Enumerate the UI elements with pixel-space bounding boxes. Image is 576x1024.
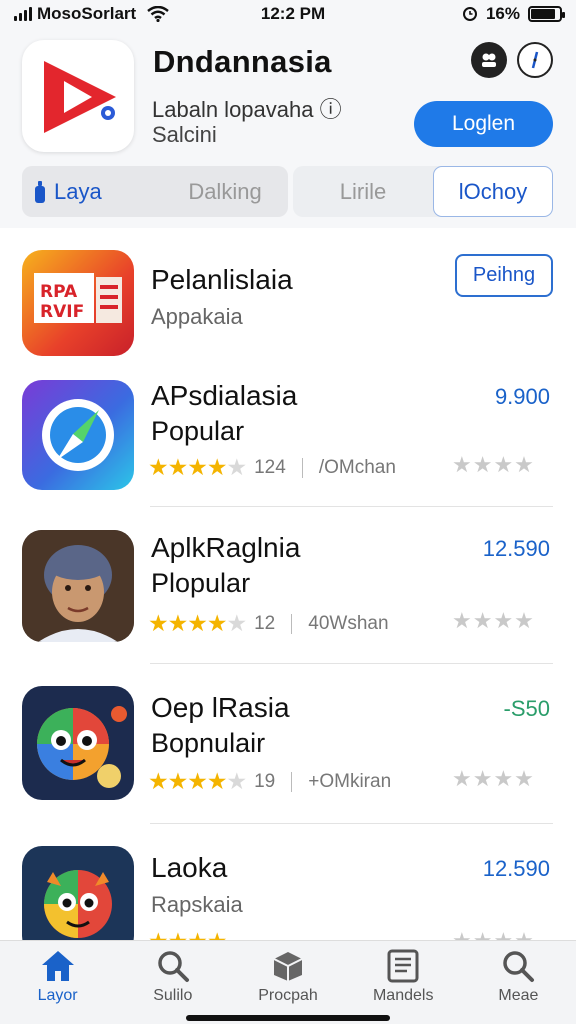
search-icon: [503, 951, 535, 982]
tab-layar-label: Laya: [54, 178, 102, 204]
tab-layar[interactable]: Laya: [22, 166, 162, 217]
app-title: Pelanlislaia: [151, 264, 293, 295]
app-subtitle: Bopnulair: [151, 728, 266, 758]
tab-label: Sulilo: [153, 987, 193, 1004]
separator: [291, 613, 293, 634]
app-size: 40Wshan: [308, 612, 389, 634]
bottle-icon: [35, 180, 45, 203]
rating-row: ★★★★ ★ 12 40Wshan: [148, 610, 389, 636]
app-subtitle: Rapskaia: [151, 892, 243, 917]
app-price[interactable]: -S50: [504, 696, 550, 722]
segment-group-right: Lirile lOchoy: [293, 166, 553, 217]
alarm-icon: [462, 7, 477, 21]
tab-meae[interactable]: Meae: [461, 941, 576, 1024]
grey-stars: ★★★★: [452, 452, 535, 477]
app-category: Salcini: [152, 122, 217, 147]
divider: [150, 506, 553, 507]
star-rating: ★★★★: [148, 768, 227, 794]
app-size: /OMchan: [318, 456, 396, 478]
rating-row: ★★★★ ★ 19 +OMkiran: [148, 768, 392, 794]
rating-count: 12: [254, 612, 276, 634]
separator: [291, 771, 293, 792]
status-right: 16%: [382, 4, 565, 24]
grey-stars: ★★★★: [452, 608, 535, 633]
app-subtitle: Popular: [151, 416, 245, 446]
app-title: Oep lRasia: [151, 692, 290, 723]
separator: [301, 457, 303, 478]
app-icon[interactable]: [22, 40, 134, 152]
wifi-icon: [147, 6, 169, 22]
app-title: AplkRaglnia: [151, 532, 301, 563]
tab-dalking[interactable]: Dalking: [162, 166, 288, 217]
app-subtitle: Plopular: [151, 568, 251, 598]
battery-level: [531, 9, 555, 19]
tab-mandels[interactable]: Mandels: [346, 941, 461, 1024]
app-subtitle: Appakaia: [151, 304, 243, 329]
profile-icon: [482, 53, 496, 67]
play-logo-icon: [44, 61, 116, 133]
home-indicator[interactable]: [186, 1015, 390, 1021]
pending-button[interactable]: Peihng: [455, 254, 553, 297]
carrier-label: MosoSorlart: [37, 4, 137, 23]
home-icon: [41, 951, 74, 981]
tab-label: Layor: [37, 987, 78, 1004]
film-news-icon: RPA RVIF: [22, 250, 134, 356]
compass-icon: [531, 51, 539, 69]
tab-procpah[interactable]: Procpah: [230, 941, 345, 1024]
tab-layor[interactable]: Layor: [0, 941, 115, 1024]
tab-sulilo[interactable]: Sulilo: [115, 941, 230, 1024]
tab-label: Meae: [498, 987, 539, 1004]
profile-button[interactable]: [471, 42, 507, 78]
battery-icon: [528, 6, 565, 22]
tab-lirile[interactable]: Lirile: [293, 166, 433, 217]
app-title: Dndannasia: [153, 44, 332, 79]
app-price[interactable]: 9.900: [495, 384, 550, 410]
rating-row: ★★★★ ★ 124 /OMchan: [148, 454, 396, 480]
rating-count: 19: [254, 770, 276, 792]
grey-stars: ★★★★: [452, 766, 535, 791]
tab-lochoy[interactable]: lOchoy: [433, 166, 553, 217]
compass-icon: [22, 380, 134, 490]
segment-group-left: Laya Dalking: [22, 166, 288, 217]
tab-label: Mandels: [372, 987, 434, 1004]
app-price[interactable]: 12.590: [483, 536, 550, 562]
app-title: APsdialasia: [151, 380, 298, 411]
compass-button[interactable]: [517, 42, 553, 78]
divider: [150, 823, 553, 824]
signal-icon: [14, 7, 32, 21]
divider: [150, 663, 553, 664]
portrait-icon: [22, 530, 134, 642]
search-icon: [158, 951, 189, 982]
login-button[interactable]: Loglen: [414, 101, 553, 147]
star-rating: ★★★★: [148, 454, 227, 480]
rating-count: 124: [254, 456, 286, 478]
battery-percent: 16%: [485, 4, 520, 23]
tab-label: Procpah: [258, 987, 318, 1004]
news-icon: [387, 949, 419, 983]
star-rating: ★★★★: [148, 610, 227, 636]
app-price[interactable]: 12.590: [483, 856, 550, 882]
svg-text:RPA: RPA: [40, 282, 78, 302]
app-subtitle: Labaln lopavaha ⓘ: [152, 97, 342, 122]
svg-text:RVIF: RVIF: [40, 302, 84, 322]
tab-bar: Layor Sulilo Procpah Mandels Meae: [0, 940, 576, 1024]
status-bar: MosoSorlart 12:2 PM 16%: [0, 0, 576, 28]
app-title: Laoka: [151, 852, 228, 883]
box-icon: [273, 952, 303, 981]
status-time: 12:2 PM: [260, 4, 326, 23]
cartoon-monster-icon: [22, 686, 134, 800]
status-left: MosoSorlart: [14, 4, 204, 24]
app-size: +OMkiran: [308, 770, 392, 792]
